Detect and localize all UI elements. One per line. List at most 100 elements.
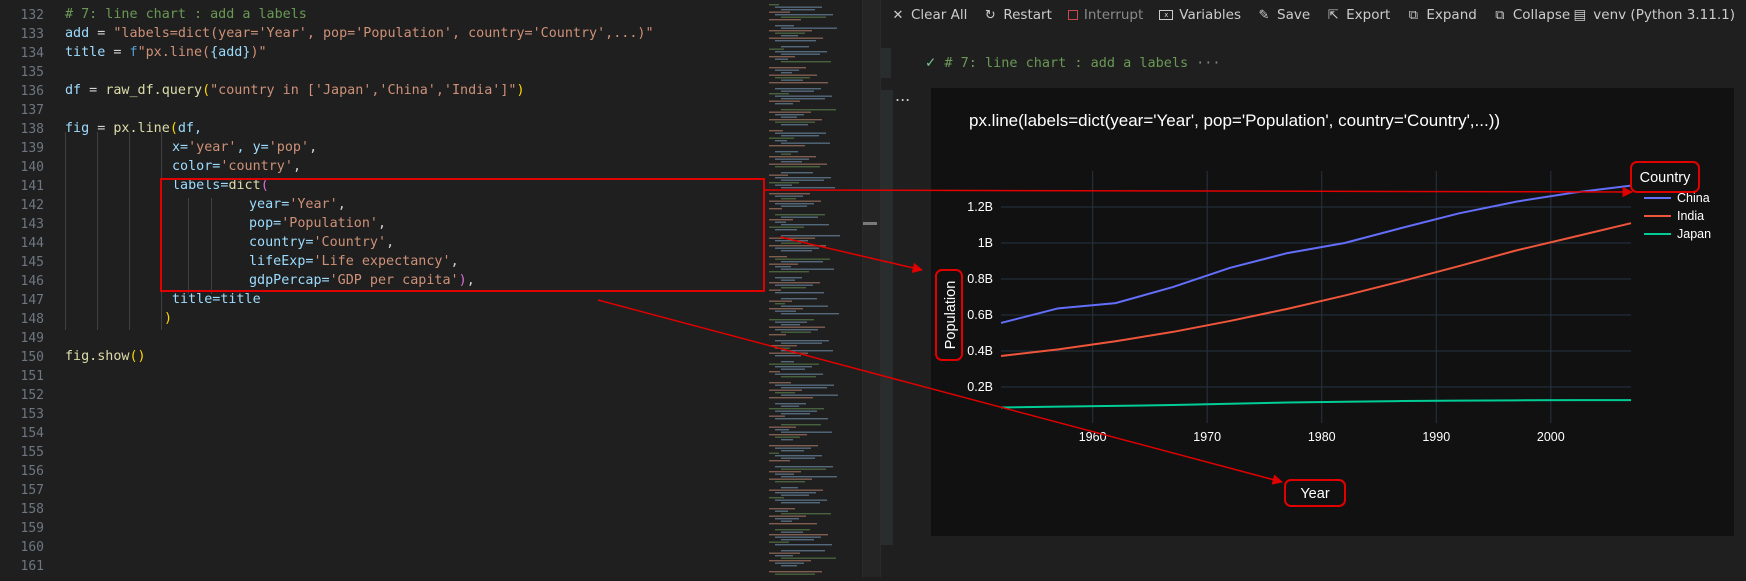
kernel-picker[interactable]: ▤venv (Python 3.11.1) xyxy=(1574,7,1735,23)
minimap-line xyxy=(781,298,817,299)
output-more-button[interactable]: ... xyxy=(895,86,910,105)
clear-all-button[interactable]: ✕Clear All xyxy=(891,7,967,23)
y-tick-label: 0.8B xyxy=(967,272,993,286)
minimap-line xyxy=(775,151,798,152)
code-line-138[interactable]: fig = px.line(df, xyxy=(65,121,202,136)
minimap-line xyxy=(781,539,814,540)
plotly-chart[interactable]: 0.2B0.4B0.6B0.8B1B1.2B196019701980199020… xyxy=(931,88,1734,536)
minimap-line xyxy=(775,203,814,204)
y-tick-label: 0.2B xyxy=(967,380,993,394)
code-line-147[interactable]: title=title xyxy=(172,292,261,307)
line-number: 143 xyxy=(0,217,44,232)
minimap-line xyxy=(769,145,805,146)
save-label: Save xyxy=(1277,7,1310,23)
minimap-line xyxy=(775,103,793,104)
line-number: 150 xyxy=(0,350,44,365)
minimap-line xyxy=(769,38,823,39)
series-line-japan[interactable] xyxy=(1001,400,1631,407)
code-paren: ) xyxy=(164,311,172,326)
minimap-line xyxy=(769,30,812,31)
minimap-line xyxy=(775,403,806,404)
minimap-line xyxy=(775,159,809,160)
line-number: 161 xyxy=(0,559,44,574)
line-number: 147 xyxy=(0,293,44,308)
save-icon: ✎ xyxy=(1257,8,1271,23)
code-line-132[interactable]: # 7: line chart : add a labels xyxy=(65,7,307,22)
line-number: 139 xyxy=(0,141,44,156)
close-icon: ✕ xyxy=(891,8,905,23)
line-number: 134 xyxy=(0,46,44,61)
minimap-line xyxy=(781,332,811,333)
minimap-line xyxy=(769,49,784,50)
minimap-line xyxy=(781,243,801,244)
code-string: )" xyxy=(250,45,266,60)
code-editor[interactable]: 1321331341351361371381391401411421431441… xyxy=(0,0,765,577)
code-string: 'year' xyxy=(188,140,236,155)
minimap-line xyxy=(769,256,787,257)
minimap-line xyxy=(781,502,820,503)
minimap-line xyxy=(781,350,833,351)
variables-button[interactable]: xVariables xyxy=(1159,7,1241,23)
code-line-140[interactable]: color='country', xyxy=(172,159,301,174)
code-variable: df xyxy=(65,83,81,98)
minimap-line xyxy=(775,322,807,323)
line-number: 141 xyxy=(0,179,44,194)
legend-label[interactable]: Japan xyxy=(1677,227,1711,241)
line-number: 155 xyxy=(0,445,44,460)
code-string: "country in ['Japan','China','India']" xyxy=(210,83,516,98)
minimap-line xyxy=(775,122,815,123)
minimap-line xyxy=(769,334,786,335)
line-number: 140 xyxy=(0,160,44,175)
code-line-139[interactable]: x='year', y='pop', xyxy=(172,140,317,155)
legend-label[interactable]: China xyxy=(1677,191,1710,205)
minimap-line xyxy=(775,177,831,178)
interrupt-button[interactable]: Interrupt xyxy=(1068,7,1143,23)
line-number: 144 xyxy=(0,236,44,251)
line-number: 160 xyxy=(0,540,44,555)
minimap-line xyxy=(775,166,820,167)
minimap[interactable] xyxy=(765,0,860,577)
minimap-line xyxy=(775,563,804,564)
code-line-150[interactable]: fig.show() xyxy=(65,349,146,364)
scroll-thumb[interactable] xyxy=(863,222,877,225)
minimap-line xyxy=(769,445,818,446)
minimap-line xyxy=(775,266,791,267)
minimap-line xyxy=(769,130,783,131)
restart-button[interactable]: ↻Restart xyxy=(983,7,1052,23)
cell-header-more: ··· xyxy=(1196,55,1220,71)
expand-button[interactable]: ⧉Expand xyxy=(1406,7,1477,23)
minimap-line xyxy=(769,416,785,417)
minimap-line xyxy=(769,508,795,509)
editor-scrollbar[interactable] xyxy=(862,0,881,577)
code-line-148[interactable]: ) xyxy=(164,311,172,326)
minimap-line xyxy=(781,469,826,470)
export-button[interactable]: ⇱Export xyxy=(1326,7,1390,23)
minimap-line xyxy=(769,390,802,391)
minimap-line xyxy=(781,269,834,270)
minimap-line xyxy=(769,245,826,246)
code-line-134[interactable]: title = f"px.line({add})" xyxy=(65,45,267,60)
minimap-line xyxy=(781,432,832,433)
code-line-136[interactable]: df = raw_df.query("country in ['Japan','… xyxy=(65,83,525,98)
minimap-line xyxy=(769,175,788,176)
minimap-line xyxy=(781,458,815,459)
legend-label[interactable]: India xyxy=(1677,209,1704,223)
code-line-133[interactable]: add = "labels=dict(year='Year', pop='Pop… xyxy=(65,26,654,41)
line-number: 156 xyxy=(0,464,44,479)
collapse-label: Collapse xyxy=(1513,7,1570,23)
minimap-line xyxy=(769,193,810,194)
export-label: Export xyxy=(1346,7,1390,23)
cell-header[interactable]: ✓ # 7: line chart : add a labels ··· xyxy=(925,55,1221,71)
minimap-line xyxy=(775,466,833,467)
indent-guide xyxy=(97,132,98,330)
minimap-line xyxy=(775,574,815,575)
save-button[interactable]: ✎ Save xyxy=(1257,7,1310,23)
check-icon: ✓ xyxy=(925,55,936,71)
minimap-line xyxy=(781,187,835,188)
collapse-button[interactable]: ⧉Collapse xyxy=(1493,7,1570,23)
minimap-line xyxy=(769,516,806,517)
chart-legend[interactable]: ChinaIndiaJapanCountry xyxy=(1631,162,1711,241)
minimap-line xyxy=(775,518,799,519)
code-variable: title xyxy=(220,292,260,307)
line-number: 157 xyxy=(0,483,44,498)
